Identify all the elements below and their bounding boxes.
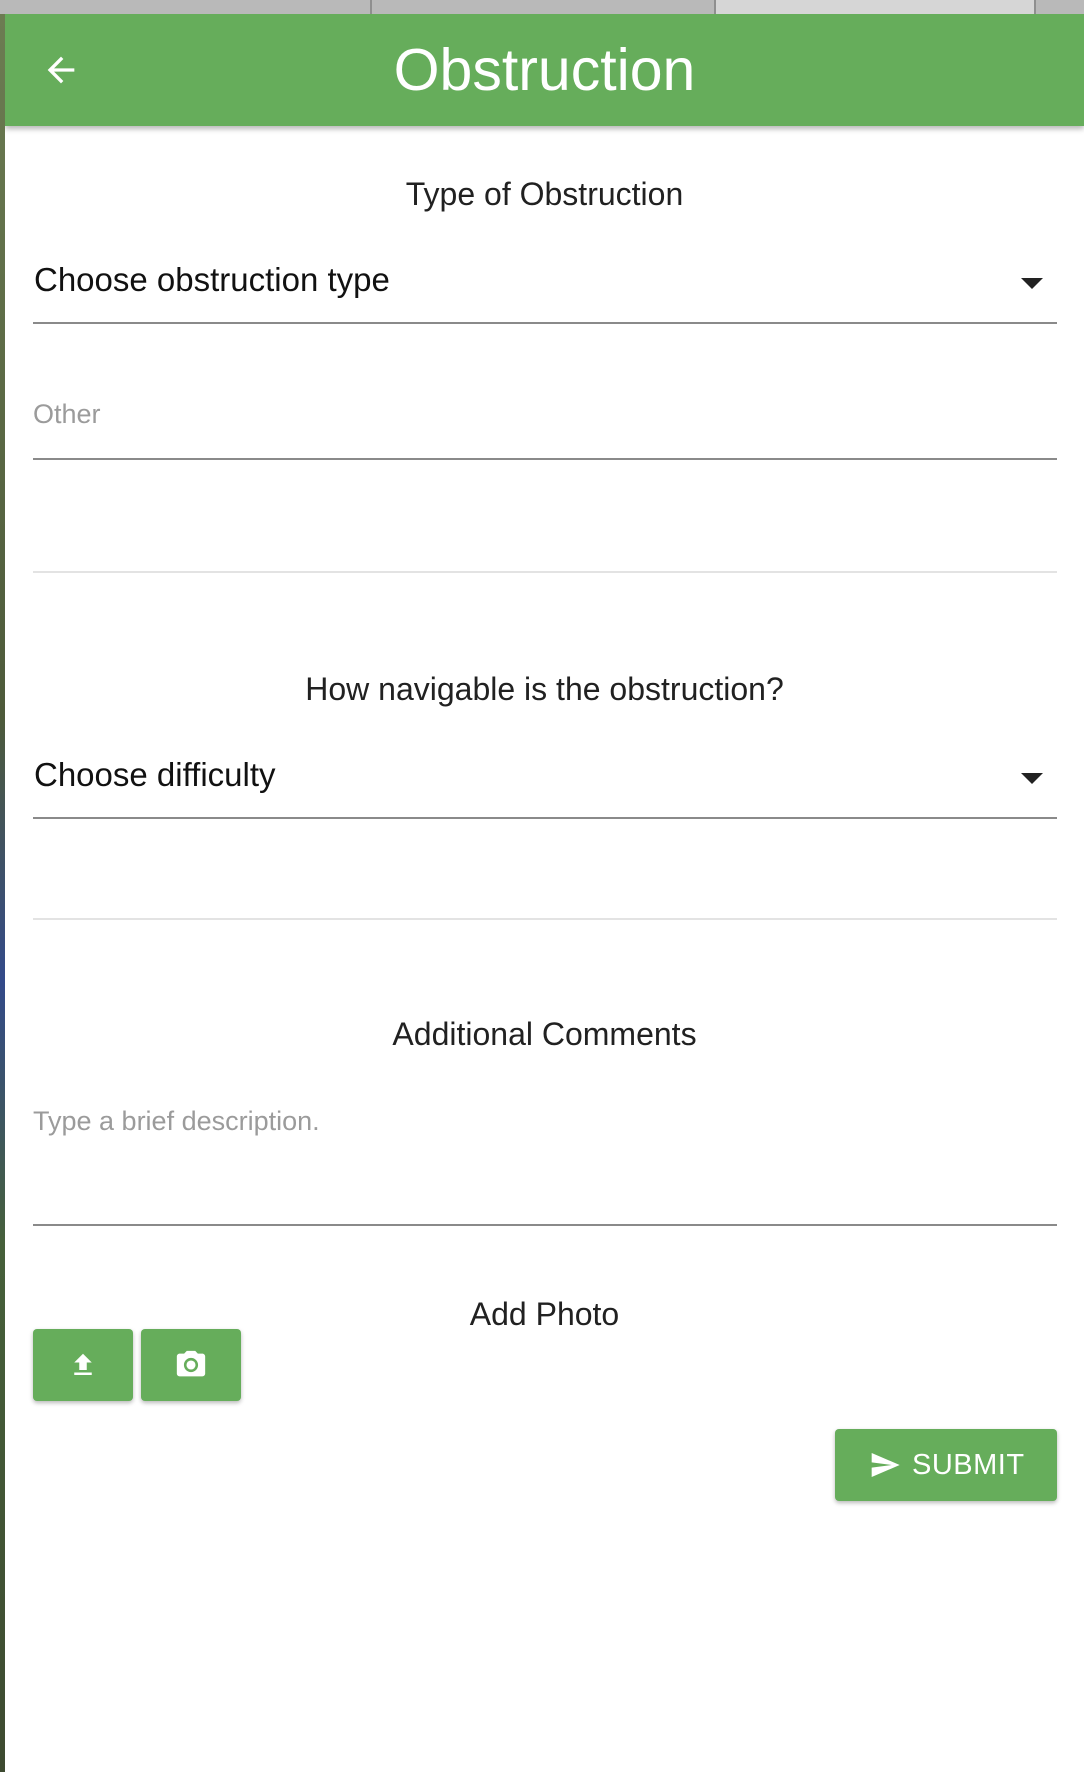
- dropdown-arrow-icon: [1021, 773, 1043, 784]
- other-obstruction-field[interactable]: [33, 384, 1057, 460]
- difficulty-select-value: Choose difficulty: [34, 756, 276, 793]
- obstruction-type-select-value: Choose obstruction type: [34, 261, 390, 298]
- dropdown-arrow-icon: [1021, 278, 1043, 289]
- page-title: Obstruction: [393, 37, 696, 103]
- submit-button-label: SUBMIT: [912, 1449, 1025, 1481]
- app-bar: Obstruction: [5, 14, 1084, 126]
- section-divider: [33, 918, 1057, 920]
- obstruction-type-select[interactable]: Choose obstruction type: [33, 248, 1057, 324]
- submit-button[interactable]: SUBMIT: [835, 1429, 1057, 1501]
- upload-icon: [74, 1353, 92, 1375]
- add-photo-heading: Add Photo: [469, 1296, 620, 1332]
- obstruction-type-heading: Type of Obstruction: [405, 176, 684, 212]
- difficulty-select[interactable]: Choose difficulty: [33, 743, 1057, 819]
- send-icon: [871, 1453, 900, 1477]
- camera-icon: [176, 1350, 206, 1377]
- comments-field[interactable]: [33, 1092, 1057, 1226]
- browser-tab-strip: [0, 0, 1084, 14]
- browser-tab[interactable]: [372, 0, 716, 14]
- upload-photo-button[interactable]: [33, 1329, 133, 1401]
- take-photo-button[interactable]: [141, 1329, 241, 1401]
- browser-tab[interactable]: [716, 0, 1036, 14]
- difficulty-heading: How navigable is the obstruction?: [305, 671, 784, 707]
- obstruction-form-screen: Obstruction Type of Obstruction Choose o…: [5, 14, 1084, 1772]
- comments-textarea[interactable]: [33, 1106, 1057, 1226]
- browser-tab[interactable]: [0, 0, 372, 14]
- section-divider: [33, 571, 1057, 573]
- other-obstruction-input[interactable]: [33, 384, 1057, 444]
- comments-heading: Additional Comments: [392, 1016, 697, 1052]
